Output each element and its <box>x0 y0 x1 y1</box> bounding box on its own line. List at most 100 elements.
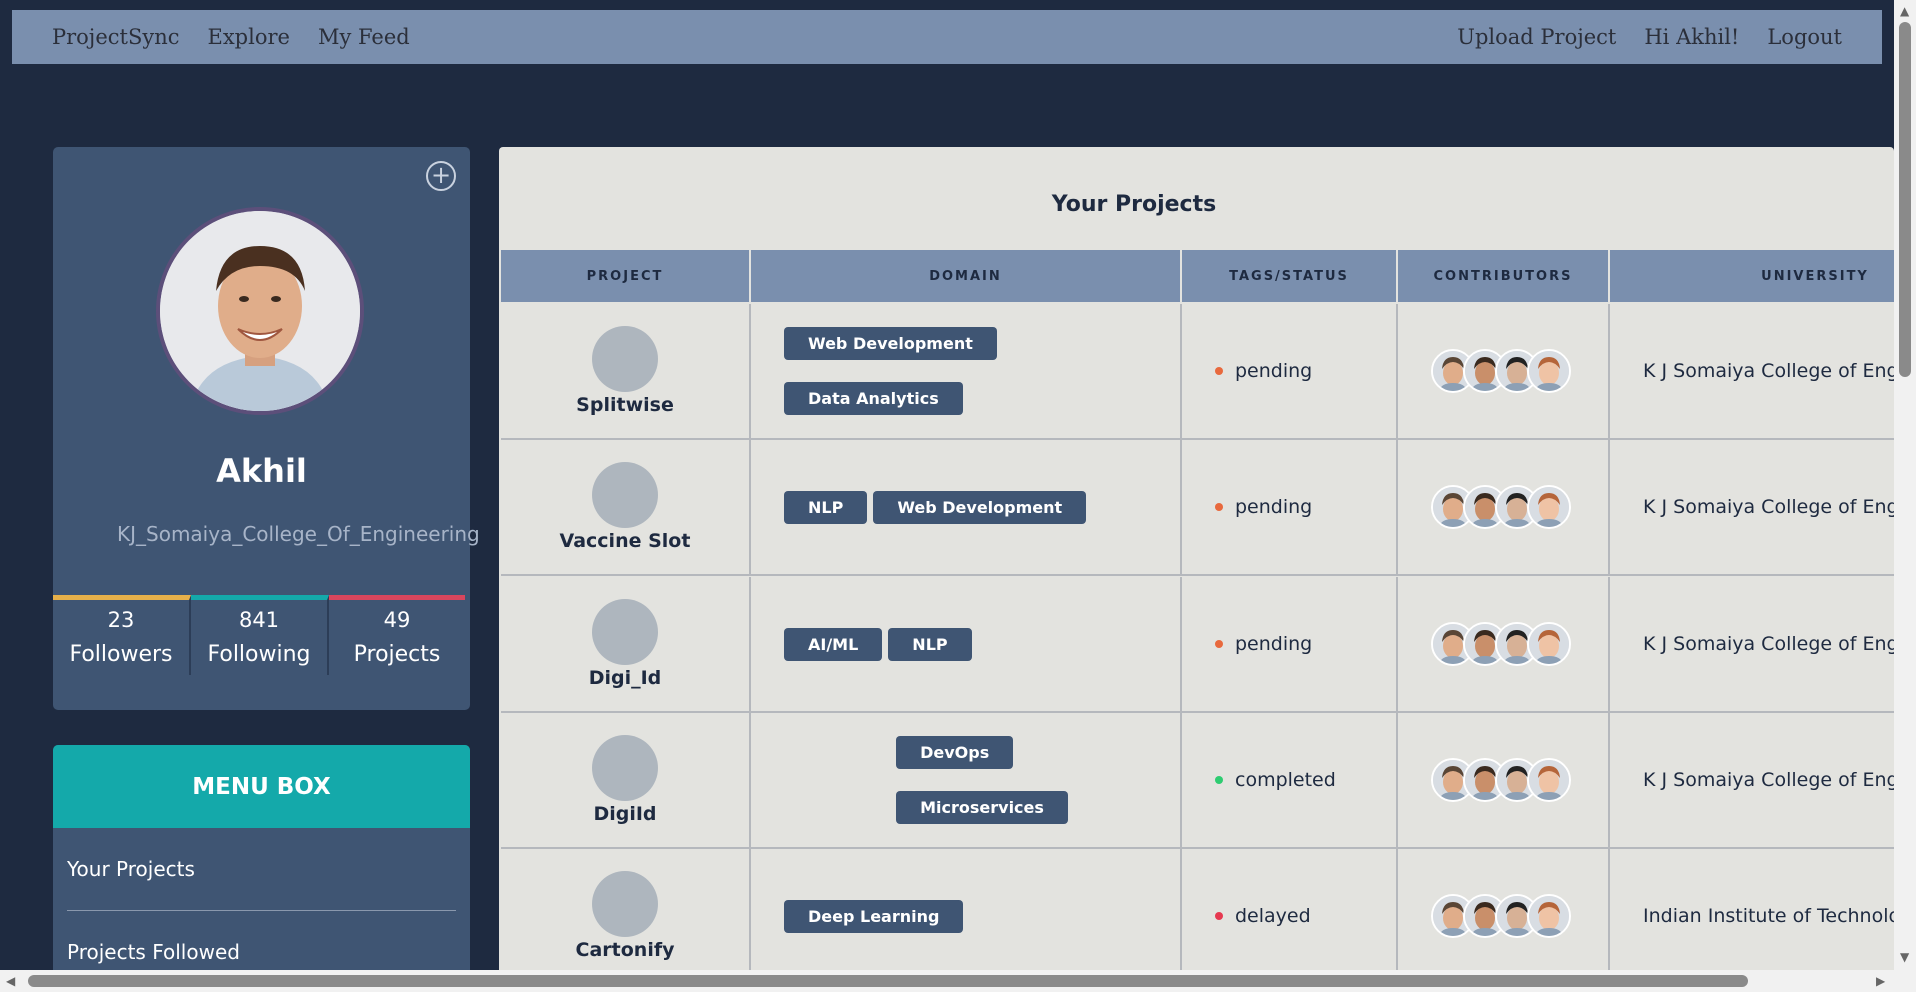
contributors-cell <box>1398 304 1610 438</box>
nav-right: Upload Project Hi Akhil! Logout <box>1457 25 1842 49</box>
status-text: pending <box>1235 360 1313 382</box>
table-row[interactable]: DigiId DevOps Microservices completed K J So… <box>501 713 1894 849</box>
profile-university: KJ_Somaiya_College_Of_Engineering <box>117 522 480 546</box>
following-count: 841 <box>238 608 280 632</box>
project-thumbnail[interactable] <box>592 462 658 528</box>
avatar <box>156 207 364 415</box>
following-label: Following <box>207 642 311 667</box>
stat-followers[interactable]: 23 Followers <box>53 595 191 675</box>
contributor-group <box>1431 894 1571 938</box>
contributor-group <box>1431 349 1571 393</box>
domain-cell: Deep Learning <box>751 849 1182 977</box>
domain-cell: DevOps Microservices <box>751 713 1182 847</box>
menu-box-title: MENU BOX <box>53 745 470 828</box>
table-row[interactable]: Cartonify Deep Learning delayed Indian Inst… <box>501 849 1894 977</box>
logout-link[interactable]: Logout <box>1767 25 1842 49</box>
projects-table-header: PROJECT DOMAIN TAGS/STATUS CONTRIBUTORS … <box>501 250 1894 302</box>
domain-tag[interactable]: Web Development <box>784 327 997 360</box>
vertical-scrollbar[interactable]: ▲ ▼ <box>1894 0 1916 970</box>
project-cell: Vaccine Slot <box>501 440 751 574</box>
scroll-right-icon[interactable]: ▶ <box>1876 974 1885 988</box>
nav-left: ProjectSync Explore My Feed <box>52 25 410 49</box>
contributors-cell <box>1398 713 1610 847</box>
header-domain: DOMAIN <box>751 250 1182 302</box>
profile-stats: 23 Followers 841 Following 49 Projects <box>53 595 465 675</box>
project-cell: Cartonify <box>501 849 751 977</box>
project-cell: Digi_Id <box>501 577 751 711</box>
contributor-avatar[interactable] <box>1527 349 1571 393</box>
project-cell: Splitwise <box>501 304 751 438</box>
university-text: K J Somaiya College of Engir <box>1643 769 1894 791</box>
menu-item-your-projects[interactable]: Your Projects <box>53 828 470 910</box>
status-dot-icon <box>1215 640 1223 648</box>
scroll-left-icon[interactable]: ◀ <box>6 974 15 988</box>
contributor-group <box>1431 622 1571 666</box>
domain-tag[interactable]: NLP <box>888 627 972 661</box>
university-text: Indian Institute of Technolog <box>1643 905 1894 927</box>
plus-circle-icon[interactable]: + <box>426 161 456 191</box>
projects-panel: Your Projects PROJECT DOMAIN TAGS/STATUS… <box>499 147 1894 977</box>
contributors-cell <box>1398 440 1610 574</box>
projects-title: Your Projects <box>1051 192 1217 217</box>
scroll-down-icon[interactable]: ▼ <box>1900 950 1909 964</box>
projects-label: Projects <box>353 642 441 667</box>
project-name[interactable]: Vaccine Slot <box>560 530 691 552</box>
contributor-avatar[interactable] <box>1527 622 1571 666</box>
project-cell: DigiId <box>501 713 751 847</box>
status-text: completed <box>1235 769 1336 791</box>
project-name[interactable]: Cartonify <box>576 939 675 961</box>
domain-tag[interactable]: Deep Learning <box>784 899 964 933</box>
user-greeting-link[interactable]: Hi Akhil! <box>1644 25 1739 49</box>
status-text: pending <box>1235 633 1313 655</box>
profile-card: + Akhil KJ_Somaiya_College_Of_Engineerin… <box>53 147 480 710</box>
domain-tag[interactable]: Web Development <box>873 490 1087 524</box>
top-navbar: ProjectSync Explore My Feed Upload Proje… <box>12 10 1882 64</box>
table-row[interactable]: Splitwise Web Development Data Analytics pe… <box>501 304 1894 440</box>
university-cell: Indian Institute of Technolog <box>1610 849 1894 977</box>
horizontal-scroll-thumb[interactable] <box>28 975 1748 987</box>
status-text: pending <box>1235 496 1313 518</box>
my-feed-link[interactable]: My Feed <box>318 25 410 49</box>
contributor-avatar[interactable] <box>1527 485 1571 529</box>
university-cell: K J Somaiya College of Engir <box>1610 440 1894 574</box>
horizontal-scrollbar[interactable]: ◀ ▶ <box>0 970 1916 992</box>
project-thumbnail[interactable] <box>592 871 658 937</box>
domain-tag[interactable]: NLP <box>784 490 868 524</box>
vertical-scroll-thumb[interactable] <box>1899 22 1911 377</box>
header-university: UNIVERSITY <box>1761 268 1869 284</box>
project-name[interactable]: Digi_Id <box>589 667 662 689</box>
project-name[interactable]: DigiId <box>593 803 656 825</box>
project-thumbnail[interactable] <box>592 599 658 665</box>
contributors-cell <box>1398 577 1610 711</box>
contributor-group <box>1431 758 1571 802</box>
status-cell: pending <box>1182 440 1398 574</box>
project-thumbnail[interactable] <box>592 735 658 801</box>
project-thumbnail[interactable] <box>592 326 658 392</box>
contributors-cell <box>1398 849 1610 977</box>
header-status: TAGS/STATUS <box>1182 250 1398 302</box>
stat-projects[interactable]: 49 Projects <box>329 595 465 675</box>
stat-following[interactable]: 841 Following <box>191 595 329 675</box>
project-name[interactable]: Splitwise <box>576 394 674 416</box>
domain-tag[interactable]: Data Analytics <box>784 382 963 415</box>
domain-tag[interactable]: AI/ML <box>784 627 883 661</box>
contributor-group <box>1431 485 1571 529</box>
explore-link[interactable]: Explore <box>208 25 290 49</box>
contributor-avatar[interactable] <box>1527 758 1571 802</box>
projects-count: 49 <box>383 608 411 632</box>
followers-count: 23 <box>107 608 135 632</box>
university-text: K J Somaiya College of Engir <box>1643 633 1894 655</box>
scroll-up-icon[interactable]: ▲ <box>1900 4 1909 18</box>
university-cell: K J Somaiya College of Engir <box>1610 577 1894 711</box>
domain-tag[interactable]: DevOps <box>896 736 1014 769</box>
table-row[interactable]: Digi_Id AI/ML NLP pending K J Somaiya Colleg… <box>501 577 1894 713</box>
status-cell: completed <box>1182 713 1398 847</box>
brand-link[interactable]: ProjectSync <box>52 25 180 49</box>
domain-tag[interactable]: Microservices <box>896 791 1068 824</box>
table-row[interactable]: Vaccine Slot NLP Web Development pending K J… <box>501 440 1894 576</box>
contributor-avatar[interactable] <box>1527 894 1571 938</box>
upload-project-link[interactable]: Upload Project <box>1457 25 1616 49</box>
university-text: K J Somaiya College of Engir <box>1643 496 1894 518</box>
profile-name: Akhil <box>216 452 307 490</box>
header-project: PROJECT <box>501 250 751 302</box>
